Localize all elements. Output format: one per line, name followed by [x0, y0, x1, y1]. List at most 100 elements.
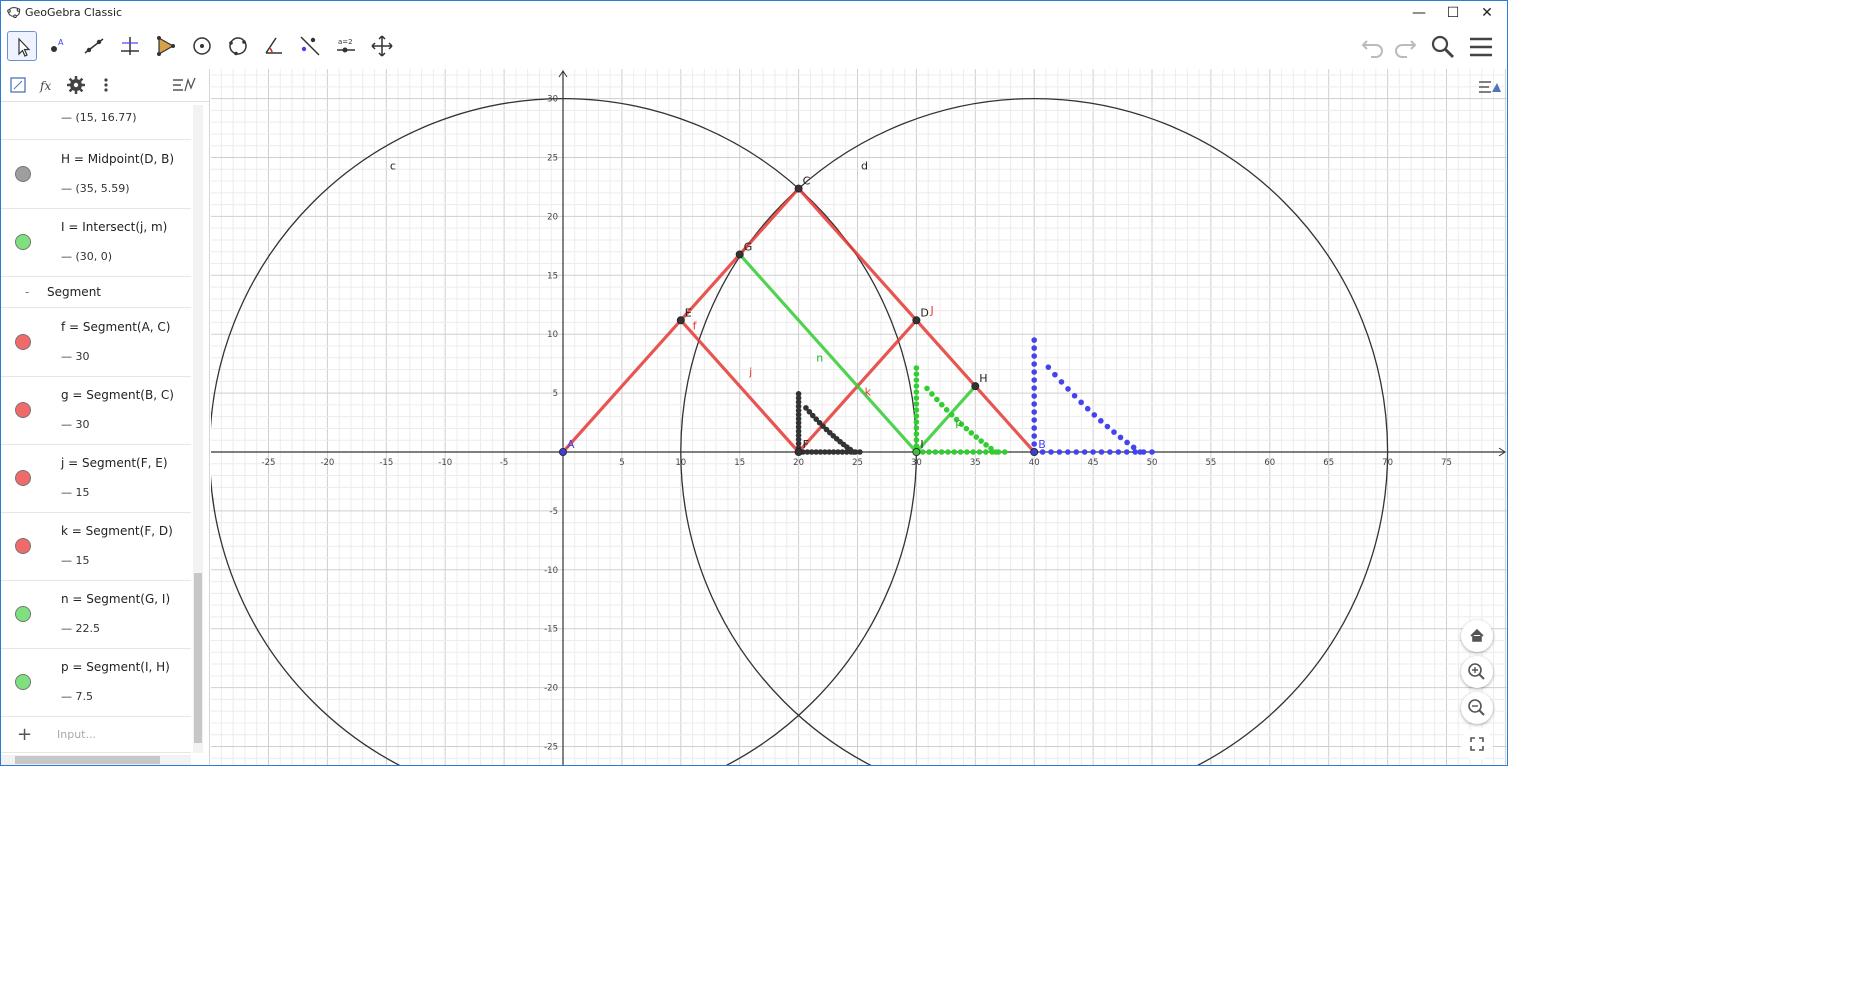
title-bar: GeoGebra Classic — ☐ ✕ [1, 1, 1507, 25]
standard-view-button[interactable] [1461, 620, 1493, 652]
slider-tool[interactable]: a=2 [331, 31, 361, 61]
circle-through-three-points-tool[interactable] [223, 31, 253, 61]
menu-icon [1470, 37, 1492, 57]
point-A[interactable] [558, 447, 567, 456]
x-tick-label: 75 [1441, 458, 1452, 468]
circle-tool[interactable] [187, 31, 217, 61]
x-tick-label: 40 [1029, 458, 1040, 468]
point-F[interactable] [794, 447, 803, 456]
fullscreen-icon [1470, 737, 1484, 751]
move-graphics-view-tool[interactable] [367, 31, 397, 61]
point-H[interactable] [971, 382, 980, 391]
arrow-cursor-icon [18, 37, 31, 57]
algebra-row-partial[interactable]: — (15, 16.77) [1, 101, 191, 140]
category-header-segment[interactable]: - Segment [1, 277, 191, 308]
point-I[interactable] [912, 447, 921, 456]
y-tick-label: 15 [547, 271, 558, 281]
algebra-view: fx — (15, 16.77) H = Midpoint(D, B) (35,… [1, 69, 210, 765]
visibility-toggle[interactable] [15, 402, 31, 418]
close-button[interactable]: ✕ [1469, 3, 1505, 23]
row-definition: H = Midpoint(D, B) [61, 152, 175, 166]
point-C[interactable] [794, 184, 803, 193]
visibility-toggle[interactable] [15, 470, 31, 486]
horizontal-scrollbar[interactable] [1, 755, 191, 765]
polygon-tool[interactable] [151, 31, 181, 61]
x-tick-label: -25 [262, 458, 276, 468]
vertical-dots-icon [104, 78, 108, 92]
reflect-icon [300, 36, 320, 56]
fullscreen-button[interactable] [1461, 728, 1493, 760]
geogebra-logo-icon [7, 6, 21, 19]
zoom-out-button[interactable] [1461, 692, 1493, 724]
line-tool[interactable] [79, 31, 109, 61]
maximize-button[interactable]: ☐ [1435, 3, 1471, 23]
visibility-toggle[interactable] [15, 334, 31, 350]
geogebra-window: GeoGebra Classic — ☐ ✕ A a=2 fx — (15, 1… [0, 0, 1508, 766]
circle-icon [193, 37, 211, 55]
row-definition: f = Segment(A, C) [61, 320, 171, 334]
fx-button[interactable]: fx [37, 74, 59, 96]
point-B[interactable] [1030, 447, 1039, 456]
algebra-row-p[interactable]: p = Segment(I, H) 7.5 [1, 648, 191, 717]
search-button[interactable] [1429, 33, 1459, 63]
zoom-in-button[interactable] [1461, 656, 1493, 688]
point-G[interactable] [735, 250, 744, 259]
undo-icon [1361, 40, 1383, 58]
algebra-input[interactable]: Input... [57, 728, 96, 741]
more-options-button[interactable] [95, 74, 117, 96]
y-tick-label: -10 [544, 566, 558, 576]
h-scrollbar-thumb[interactable] [15, 756, 160, 764]
algebra-scrollbar[interactable] [193, 105, 203, 753]
perpendicular-line-tool[interactable] [115, 31, 145, 61]
row-value: (30, 0) [61, 250, 113, 263]
algebra-row-j[interactable]: j = Segment(F, E) 15 [1, 444, 191, 513]
algebra-row-k[interactable]: k = Segment(F, D) 15 [1, 512, 191, 581]
x-tick-label: 50 [1147, 458, 1158, 468]
visibility-toggle[interactable] [15, 538, 31, 554]
x-tick-label: 45 [1088, 458, 1099, 468]
circle-c-label: c [390, 159, 396, 172]
point-D[interactable] [912, 316, 921, 325]
point-label-B: B [1038, 438, 1046, 451]
row-definition: j = Segment(F, E) [61, 456, 168, 470]
x-tick-label: 5 [619, 458, 624, 468]
visibility-toggle[interactable] [15, 606, 31, 622]
algebra-input-row[interactable]: + Input... [1, 716, 191, 753]
algebra-style-button[interactable] [171, 74, 196, 96]
polygon-icon [157, 36, 175, 56]
point-label-C: C [803, 175, 811, 188]
minimize-button[interactable]: — [1401, 3, 1437, 23]
move-tool[interactable] [7, 31, 37, 61]
algebra-row-g[interactable]: g = Segment(B, C) 30 [1, 376, 191, 445]
point-tool[interactable]: A [43, 31, 73, 61]
main-menu-button[interactable] [1467, 33, 1497, 63]
algebra-row-I[interactable]: I = Intersect(j, m) (30, 0) [1, 208, 191, 277]
y-tick-label: -15 [544, 625, 558, 635]
scrollbar-thumb[interactable] [194, 573, 202, 743]
visibility-toggle[interactable] [15, 674, 31, 690]
undo-button[interactable] [1359, 33, 1389, 63]
y-tick-label: 20 [547, 212, 558, 222]
row-definition: g = Segment(B, C) [61, 388, 174, 402]
visibility-toggle[interactable] [15, 234, 31, 250]
settings-button[interactable] [65, 74, 87, 96]
redo-button[interactable] [1391, 33, 1421, 63]
slider-icon: a=2 [337, 38, 355, 53]
x-tick-label: 55 [1205, 458, 1216, 468]
visibility-toggle[interactable] [15, 166, 31, 182]
point-E[interactable] [676, 316, 685, 325]
angle-tool[interactable] [259, 31, 289, 61]
object-label-k: k [865, 385, 872, 398]
graphics-view[interactable]: -25 -20 -15 -10 -5 5 10 15 20 25 30 35 40 45 50 55 60 65 7… [209, 69, 1507, 766]
window-title: GeoGebra Classic [25, 6, 123, 19]
row-value: 7.5 [61, 690, 94, 703]
algebra-row-n[interactable]: n = Segment(G, I) 22.5 [1, 580, 191, 649]
algebra-view-toggle-button[interactable] [7, 74, 29, 96]
algebra-row-H[interactable]: H = Midpoint(D, B) (35, 5.59) [1, 140, 191, 209]
svg-text:fx: fx [39, 79, 51, 93]
graphics-canvas[interactable]: -25 -20 -15 -10 -5 5 10 15 20 25 30 35 40 45 50 55 60 65 7… [209, 69, 1507, 766]
reflect-tool[interactable] [295, 31, 325, 61]
graphics-style-button[interactable] [1475, 73, 1503, 101]
algebra-row-f[interactable]: f = Segment(A, C) 30 [1, 308, 191, 377]
toolbar: A a=2 [1, 27, 1507, 67]
